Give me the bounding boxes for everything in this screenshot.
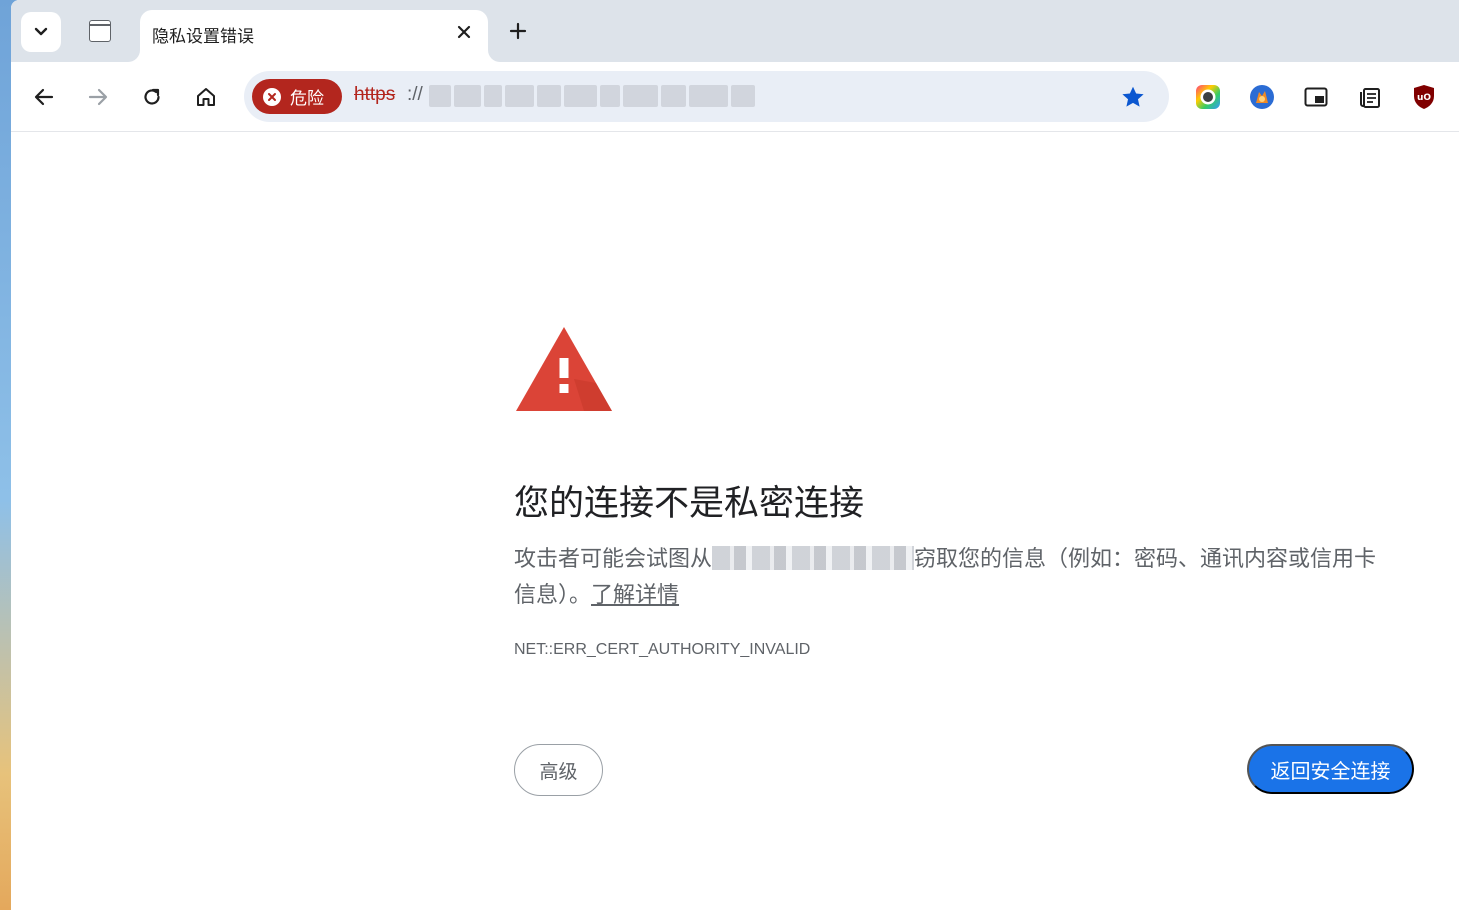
- security-chip-label: 危险: [290, 89, 324, 109]
- forward-button[interactable]: [80, 79, 116, 115]
- picture-in-picture-extension-icon[interactable]: [1301, 82, 1331, 112]
- address-bar[interactable]: 危险 https ://: [244, 71, 1169, 122]
- tab-active[interactable]: 隐私设置错误: [140, 10, 488, 62]
- close-icon: [457, 25, 471, 39]
- star-icon: [1122, 86, 1144, 107]
- reading-list-extension-icon[interactable]: [1355, 82, 1385, 112]
- plus-icon: [509, 22, 527, 40]
- toolbar: 危险 https :// uO: [11, 62, 1459, 132]
- back-button[interactable]: [26, 79, 62, 115]
- chevron-down-icon: [34, 27, 48, 36]
- home-icon: [197, 88, 215, 106]
- redacted-hostname: [712, 546, 915, 570]
- svg-text:uO: uO: [1417, 93, 1431, 103]
- home-button[interactable]: [188, 79, 224, 115]
- warning-message: 攻击者可能会试图从 窃取您的信息（例如：密码、通讯内容或信用卡信息）。了解详情: [514, 542, 1394, 614]
- advanced-button[interactable]: 高级: [514, 744, 603, 796]
- warning-triangle-icon: [516, 327, 612, 411]
- arrow-right-icon: [88, 88, 108, 106]
- url-scheme: https: [354, 84, 396, 105]
- url-host-redacted: [429, 85, 755, 107]
- tab-title: 隐私设置错误: [152, 27, 254, 47]
- page-title: 您的连接不是私密连接: [514, 484, 865, 524]
- back-to-safety-button[interactable]: 返回安全连接: [1247, 744, 1414, 794]
- bookmark-star-button[interactable]: [1119, 83, 1147, 111]
- tab-search-button[interactable]: [21, 12, 61, 52]
- arrow-left-icon: [34, 88, 54, 106]
- tab-strip: 隐私设置错误: [11, 0, 1459, 62]
- warning-message-start: 攻击者可能会试图从: [514, 547, 713, 572]
- learn-more-link[interactable]: 了解详情: [591, 583, 679, 608]
- new-tab-button[interactable]: [503, 16, 533, 46]
- inactive-tab-page-icon[interactable]: [89, 20, 111, 42]
- interstitial-page: 您的连接不是私密连接 攻击者可能会试图从 窃取您的信息（例如：密码、通讯内容或信用…: [11, 132, 1459, 910]
- url-separator: ://: [407, 84, 423, 105]
- security-chip[interactable]: 危险: [252, 79, 342, 114]
- browser-window: 隐私设置错误 危险 https:// uO 您的连接不是私密连接 攻击者可能会…: [11, 0, 1459, 910]
- reload-button[interactable]: [134, 79, 170, 115]
- reload-icon: [144, 88, 160, 105]
- ublock-origin-extension-icon[interactable]: uO: [1409, 82, 1439, 112]
- tab-close-button[interactable]: [452, 20, 476, 44]
- error-code: NET::ERR_CERT_AUTHORITY_INVALID: [514, 641, 811, 658]
- error-icon: [263, 87, 281, 106]
- profile-fox-extension-icon[interactable]: [1247, 82, 1277, 112]
- color-picker-extension-icon[interactable]: [1193, 82, 1223, 112]
